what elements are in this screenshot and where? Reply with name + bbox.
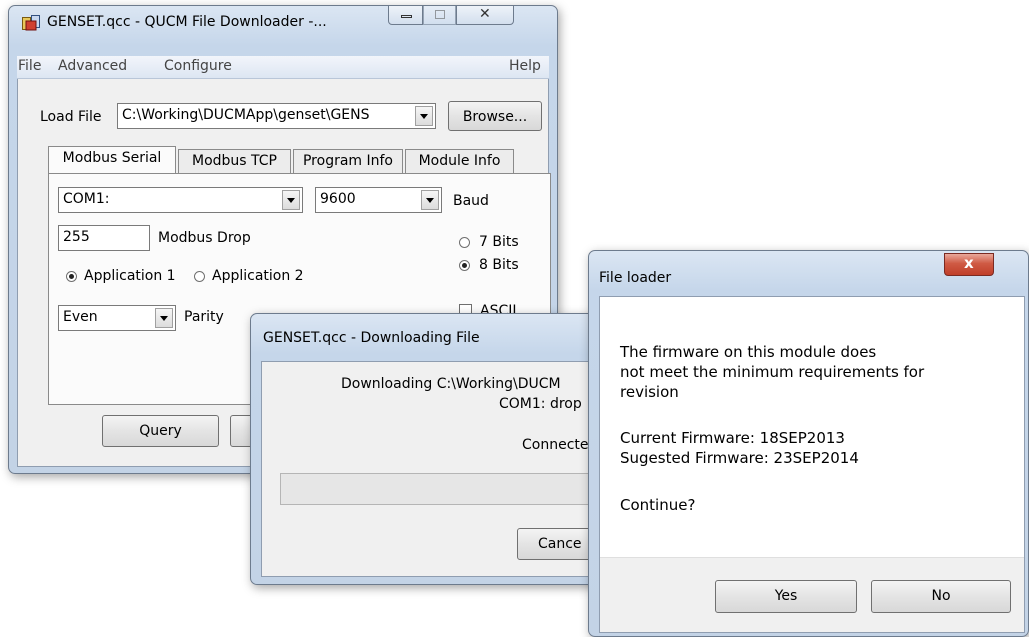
chevron-down-icon[interactable] — [282, 190, 300, 210]
continue-question: Continue? — [620, 496, 696, 514]
main-window-title: GENSET.qcc - QUCM File Downloader -... — [47, 14, 327, 30]
baud-select[interactable]: 9600 — [315, 187, 442, 213]
download-window-title: GENSET.qcc - Downloading File — [263, 330, 480, 346]
com-port-value: COM1: — [63, 191, 110, 207]
close-icon: x — [964, 254, 974, 272]
modbus-drop-input[interactable]: 255 — [58, 225, 150, 251]
browse-button[interactable]: Browse... — [448, 101, 542, 131]
menu-file[interactable]: File — [18, 58, 41, 74]
radio-application-1-label: Application 1 — [84, 268, 176, 284]
file-loader-client-area: The firmware on this module does not mee… — [599, 296, 1025, 633]
menu-advanced[interactable]: Advanced — [58, 58, 127, 74]
load-file-value: C:\Working\DUCMApp\genset\GENS — [122, 107, 370, 123]
download-client-area: Downloading C:\Working\DUCM COM1: drop C… — [261, 361, 617, 577]
file-loader-dialog: File loader x The firmware on this modul… — [588, 250, 1029, 637]
suggested-firmware-text: Sugested Firmware: 23SEP2014 — [620, 449, 859, 467]
file-loader-title-bar[interactable]: File loader x — [589, 251, 1028, 286]
download-window: GENSET.qcc - Downloading File Downloadin… — [250, 313, 617, 585]
file-loader-title: File loader — [599, 270, 672, 286]
maximize-button[interactable] — [423, 5, 456, 25]
radio-application-1[interactable] — [66, 271, 77, 282]
radio-application-2[interactable] — [194, 271, 205, 282]
message-line-1: The firmware on this module does — [620, 343, 877, 361]
modbus-drop-value: 255 — [63, 229, 90, 245]
baud-label: Baud — [453, 193, 489, 209]
minimize-button[interactable] — [388, 5, 423, 25]
no-button[interactable]: No — [871, 580, 1011, 613]
close-button[interactable]: ✕ — [456, 5, 514, 25]
file-loader-close-button[interactable]: x — [944, 253, 994, 276]
tab-module-info[interactable]: Module Info — [405, 149, 514, 173]
radio-7-bits[interactable] — [459, 237, 470, 248]
dialog-button-area: Yes No — [600, 557, 1024, 632]
chevron-down-icon[interactable] — [415, 106, 433, 126]
radio-8-bits[interactable] — [459, 260, 470, 271]
close-icon: ✕ — [479, 6, 491, 22]
minimize-icon — [401, 15, 412, 18]
main-title-bar[interactable]: GENSET.qcc - QUCM File Downloader -... ✕ — [9, 5, 557, 36]
menu-bar: File Advanced Configure Help — [17, 56, 549, 79]
download-path-text: Downloading C:\Working\DUCM — [341, 376, 561, 392]
query-button[interactable]: Query — [102, 415, 219, 447]
message-line-3: revision — [620, 383, 679, 401]
current-firmware-text: Current Firmware: 18SEP2013 — [620, 429, 845, 447]
message-line-2: not meet the minimum requirements for — [620, 363, 925, 381]
chevron-down-icon[interactable] — [155, 308, 173, 328]
app-icon — [22, 15, 40, 31]
download-port-text: COM1: drop — [499, 396, 582, 412]
tab-strip: Modbus Serial Modbus TCP Program Info Mo… — [48, 146, 528, 174]
parity-value: Even — [63, 309, 98, 325]
tab-modbus-tcp[interactable]: Modbus TCP — [178, 149, 291, 173]
radio-application-2-label: Application 2 — [212, 268, 304, 284]
tab-modbus-serial[interactable]: Modbus Serial — [48, 146, 176, 173]
download-title-bar[interactable]: GENSET.qcc - Downloading File — [251, 314, 609, 346]
baud-value: 9600 — [320, 191, 356, 207]
tab-program-info[interactable]: Program Info — [293, 149, 403, 173]
com-port-select[interactable]: COM1: — [58, 187, 303, 213]
chevron-down-icon[interactable] — [421, 190, 439, 210]
menu-help[interactable]: Help — [509, 58, 541, 74]
maximize-icon — [435, 10, 445, 19]
menu-configure[interactable]: Configure — [164, 58, 232, 74]
radio-8-bits-label: 8 Bits — [479, 257, 519, 273]
download-progress-bar — [280, 473, 610, 505]
parity-select[interactable]: Even — [58, 305, 176, 331]
modbus-drop-label: Modbus Drop — [158, 230, 251, 246]
radio-7-bits-label: 7 Bits — [479, 234, 519, 250]
load-file-label: Load File — [40, 109, 102, 125]
download-status-text: Connecte — [522, 437, 589, 453]
load-file-dropdown[interactable]: C:\Working\DUCMApp\genset\GENS — [117, 103, 436, 129]
yes-button[interactable]: Yes — [715, 580, 857, 613]
parity-label: Parity — [184, 309, 224, 325]
